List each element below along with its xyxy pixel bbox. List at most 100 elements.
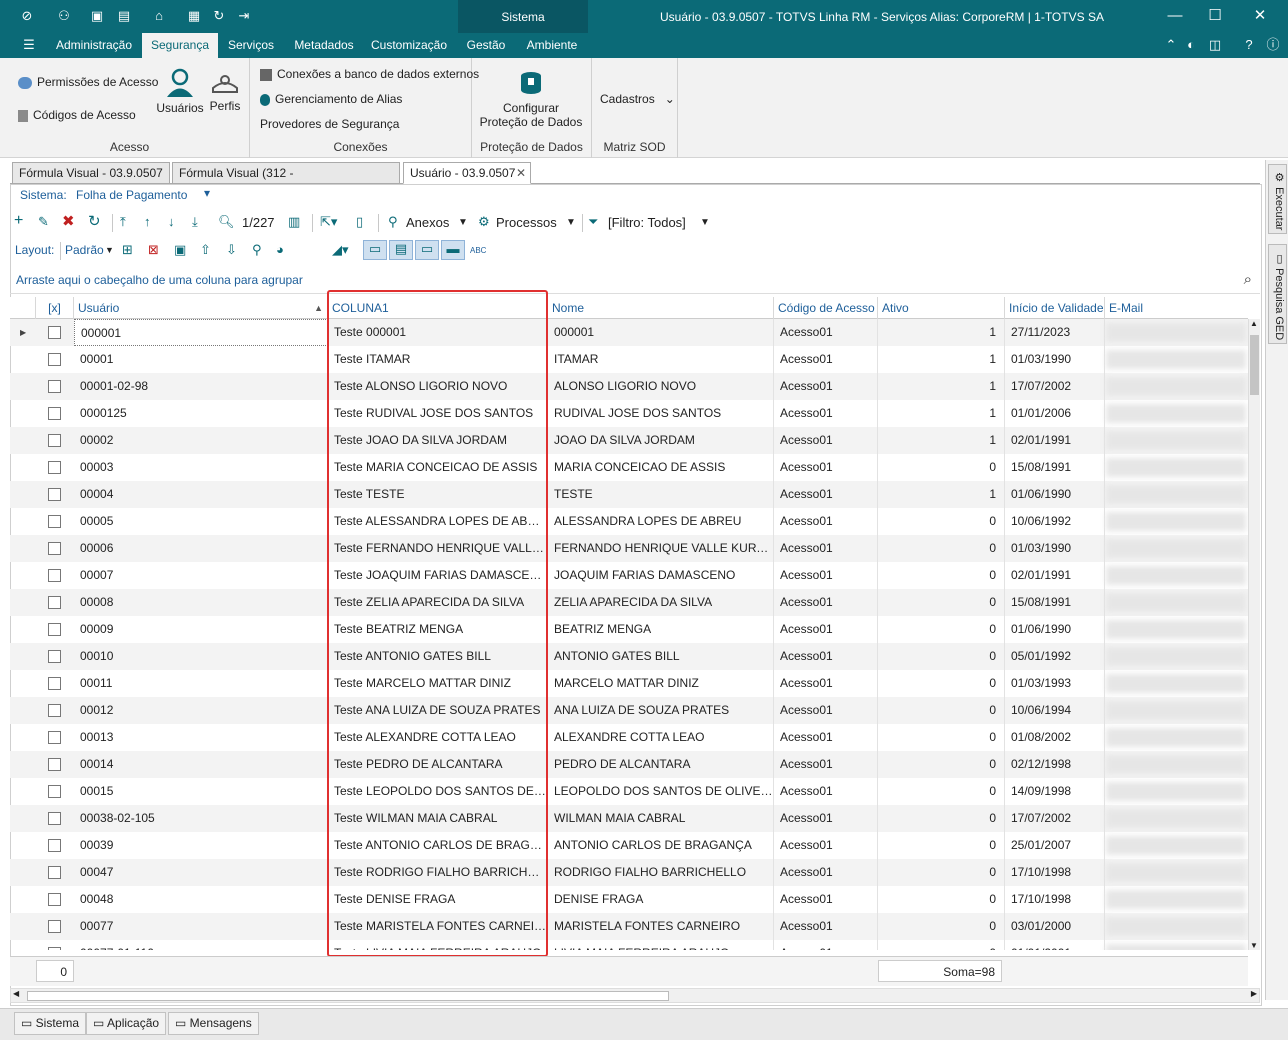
cell-coluna1[interactable]: Teste ALONSO LIGORIO NOVO <box>328 373 548 400</box>
cell-codigo-acesso[interactable]: Acesso01 <box>774 913 878 940</box>
close-tab-icon[interactable]: ✕ <box>516 163 526 183</box>
cell-usuario[interactable]: 00039 <box>74 832 328 859</box>
column-header-inicio-validade[interactable]: Início de Validade <box>1005 297 1105 319</box>
cell-ativo[interactable]: 0 <box>878 589 1005 616</box>
cell-email-redacted[interactable] <box>1106 458 1246 477</box>
view-mode-1-icon[interactable]: ▭ <box>363 240 387 260</box>
tab-administracao[interactable]: Administração <box>52 33 136 58</box>
exit-icon[interactable]: ⇥ <box>235 8 253 24</box>
cell-nome[interactable]: ALONSO LIGORIO NOVO <box>548 373 774 400</box>
cell-inicio-validade[interactable]: 01/06/1990 <box>1005 616 1105 643</box>
cell-email-redacted[interactable] <box>1106 431 1246 450</box>
cell-email-redacted[interactable] <box>1106 485 1246 504</box>
table-row[interactable]: 00013 Teste ALEXANDRE COTTA LEAO ALEXANDRE… <box>10 724 1248 751</box>
last-record-icon[interactable]: ⤓ <box>192 214 198 230</box>
table-row[interactable]: 0000125 Teste RUDIVAL JOSE DOS SANTOS RUDI… <box>10 400 1248 427</box>
column-header-codigo-acesso[interactable]: Código de Acesso <box>774 297 878 319</box>
cell-coluna1[interactable]: Teste ZELIA APARECIDA DA SILVA <box>328 589 548 616</box>
view-mode-2-icon[interactable]: ▤ <box>389 240 413 260</box>
table-row[interactable]: 00001 Teste ITAMAR ITAMAR Acesso01 1 01/03/19… <box>10 346 1248 373</box>
row-checkbox[interactable] <box>48 839 61 852</box>
cell-coluna1[interactable]: Teste DENISE FRAGA <box>328 886 548 913</box>
cell-email-redacted[interactable] <box>1106 512 1246 531</box>
row-checkbox[interactable] <box>48 920 61 933</box>
cell-usuario[interactable]: 00003 <box>74 454 328 481</box>
cell-email-redacted[interactable] <box>1106 809 1246 828</box>
cell-coluna1[interactable]: Teste BEATRIZ MENGA <box>328 616 548 643</box>
cell-codigo-acesso[interactable]: Acesso01 <box>774 751 878 778</box>
cell-usuario[interactable]: 00001-02-98 <box>74 373 328 400</box>
conexoes-externos-button[interactable]: Conexões a banco de dados externos <box>260 67 479 81</box>
sistema-dropdown-icon[interactable]: ▾ <box>204 186 210 200</box>
cell-email-redacted[interactable] <box>1106 917 1246 936</box>
cell-ativo[interactable]: 1 <box>878 373 1005 400</box>
row-checkbox[interactable] <box>48 704 61 717</box>
status-mensagens-button[interactable]: ▭ Mensagens <box>168 1012 259 1035</box>
table-row[interactable]: 00006Teste FERNANDO HENRIQUE VALLE KUR..… <box>10 535 1248 562</box>
cell-coluna1[interactable]: Teste RUDIVAL JOSE DOS SANTOS <box>328 400 548 427</box>
cadastros-dropdown[interactable]: Cadastros ⌄ <box>600 92 675 106</box>
table-row[interactable]: 00011 Teste MARCELO MATTAR DINIZ MARCELO M… <box>10 670 1248 697</box>
export-icon[interactable]: ⇱▾ <box>320 214 337 230</box>
tab-servicos[interactable]: Serviços <box>222 33 280 58</box>
cell-usuario[interactable]: 00011 <box>74 670 328 697</box>
cell-ativo[interactable]: 1 <box>878 427 1005 454</box>
add-icon[interactable]: + <box>14 212 23 230</box>
tab-metadados[interactable]: Metadados <box>288 33 360 58</box>
cell-usuario[interactable]: 000001 <box>74 319 328 346</box>
delete-icon[interactable]: ✖ <box>62 212 75 230</box>
row-checkbox[interactable] <box>48 731 61 744</box>
close-button[interactable]: ✕ <box>1245 6 1275 26</box>
cell-coluna1[interactable]: Teste WILMAN MAIA CABRAL <box>328 805 548 832</box>
table-row[interactable]: 00003 Teste MARIA CONCEICAO DE ASSIS MARIA… <box>10 454 1248 481</box>
table-row[interactable]: 00077-01-116Teste LIVIA MAIA FERREIRA AR… <box>10 940 1248 950</box>
delete-layout-icon[interactable]: ⊠ <box>148 242 159 258</box>
cell-inicio-validade[interactable]: 17/07/2002 <box>1005 373 1105 400</box>
tab-seguranca[interactable]: Segurança <box>142 33 218 58</box>
cell-codigo-acesso[interactable]: Acesso01 <box>774 427 878 454</box>
cell-ativo[interactable]: 1 <box>878 319 1005 346</box>
search-icon[interactable]: ⌕ <box>1244 271 1252 288</box>
cell-coluna1[interactable]: Teste PEDRO DE ALCANTARA <box>328 751 548 778</box>
cell-usuario[interactable]: 00006 <box>74 535 328 562</box>
status-sistema-button[interactable]: ▭ Sistema <box>14 1012 87 1035</box>
table-row[interactable]: 00014 Teste PEDRO DE ALCANTARA PEDRO DE AL… <box>10 751 1248 778</box>
cell-ativo[interactable]: 0 <box>878 886 1005 913</box>
cell-inicio-validade[interactable]: 01/01/2006 <box>1005 400 1105 427</box>
cell-ativo[interactable]: 0 <box>878 508 1005 535</box>
row-checkbox[interactable] <box>48 380 61 393</box>
cell-usuario[interactable]: 00009 <box>74 616 328 643</box>
cell-ativo[interactable]: 1 <box>878 400 1005 427</box>
cell-nome[interactable]: RUDIVAL JOSE DOS SANTOS <box>548 400 774 427</box>
cell-email-redacted[interactable] <box>1106 863 1246 882</box>
cell-inicio-validade[interactable]: 25/01/2007 <box>1005 832 1105 859</box>
cell-coluna1[interactable]: Teste JOAQUIM FARIAS DAMASCENO <box>328 562 548 589</box>
scroll-left-icon[interactable]: ◀ <box>13 989 19 998</box>
cell-email-redacted[interactable] <box>1106 701 1246 720</box>
row-checkbox[interactable] <box>48 488 61 501</box>
cell-usuario[interactable]: 00012 <box>74 697 328 724</box>
cell-codigo-acesso[interactable]: Acesso01 <box>774 481 878 508</box>
cell-coluna1[interactable]: Teste RODRIGO FIALHO BARRICHELLO <box>328 859 548 886</box>
cell-coluna1[interactable]: Teste MARIA CONCEICAO DE ASSIS <box>328 454 548 481</box>
table-row[interactable]: ▶ 000001 Teste 000001 000001 Acesso01 1 27/11/… <box>10 319 1248 346</box>
row-checkbox[interactable] <box>48 758 61 771</box>
table-row[interactable]: 00039 Teste ANTONIO CARLOS DE BRAGANÇA ANT… <box>10 832 1248 859</box>
pin-icon[interactable]: ⚲ <box>252 242 262 258</box>
table-row[interactable]: 00048 Teste DENISE FRAGA DENISE FRAGA Acess… <box>10 886 1248 913</box>
cell-email-redacted[interactable] <box>1106 323 1246 342</box>
cell-coluna1[interactable]: Teste FERNANDO HENRIQUE VALLE KUR... <box>328 535 548 562</box>
cell-email-redacted[interactable] <box>1106 674 1246 693</box>
cell-codigo-acesso[interactable]: Acesso01 <box>774 400 878 427</box>
cell-email-redacted[interactable] <box>1106 944 1246 950</box>
abc-icon[interactable]: ABC <box>470 246 486 255</box>
column-header-coluna1[interactable]: COLUNA1 <box>328 297 548 319</box>
row-checkbox[interactable] <box>48 326 61 339</box>
table-row[interactable]: 00009 Teste BEATRIZ MENGA BEATRIZ MENGA Ace… <box>10 616 1248 643</box>
cell-ativo[interactable]: 0 <box>878 616 1005 643</box>
cell-codigo-acesso[interactable]: Acesso01 <box>774 805 878 832</box>
cell-inicio-validade[interactable]: 01/03/1993 <box>1005 670 1105 697</box>
globe-icon[interactable]: ◐ <box>1182 37 1200 53</box>
cell-nome[interactable]: LEOPOLDO DOS SANTOS DE OLIVEIRA N... <box>548 778 774 805</box>
info-icon[interactable]: ⓘ <box>1264 37 1282 53</box>
